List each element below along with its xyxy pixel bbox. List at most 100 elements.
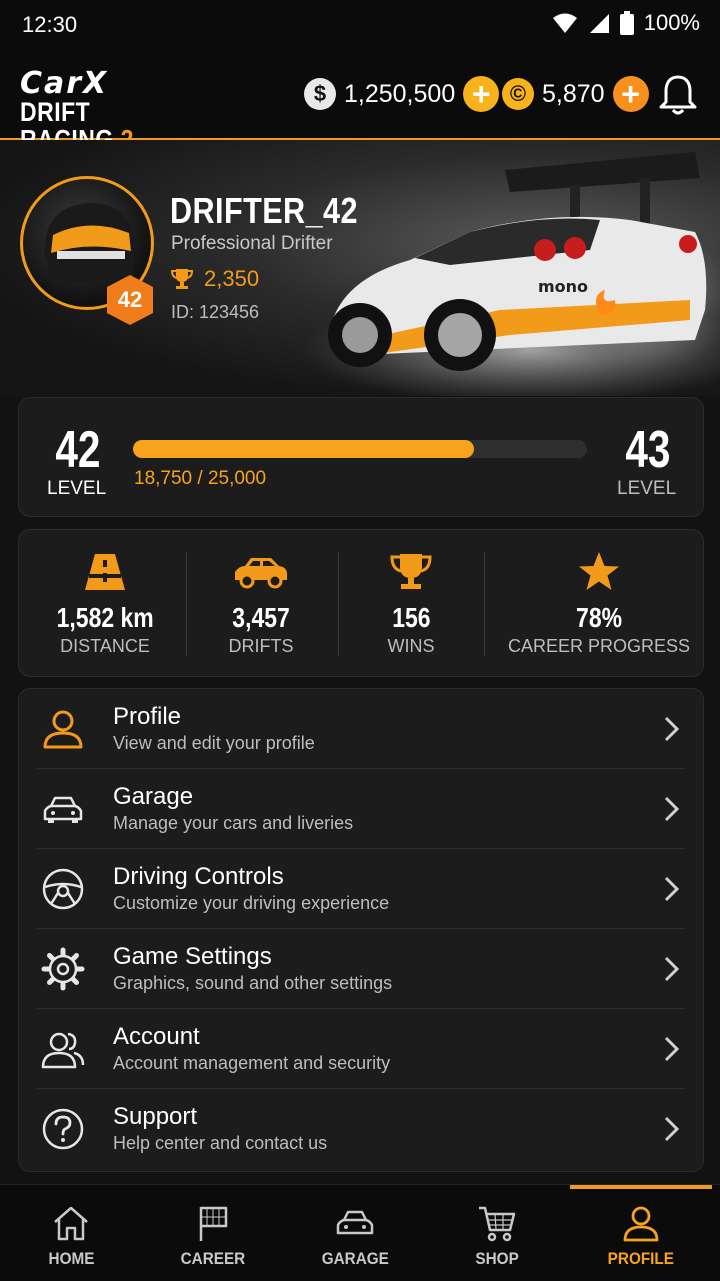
chevron-right-icon bbox=[664, 956, 680, 982]
stat-drifts-value: 3,457 bbox=[232, 602, 290, 633]
stat-wins: 156 WINS bbox=[341, 530, 481, 676]
logo-carx: CarX bbox=[20, 66, 109, 101]
player-id: ID: 123456 bbox=[171, 302, 260, 322]
level-badge-label: 42 bbox=[117, 287, 143, 312]
gold-display: © 5,870 + bbox=[502, 76, 649, 112]
nav-label: PROFILE bbox=[607, 1249, 675, 1268]
menu-item-garage[interactable]: Garage Manage your cars and liveries bbox=[19, 769, 703, 849]
menu-item-title: Garage bbox=[113, 783, 194, 810]
nav-label: CAREER bbox=[180, 1249, 246, 1268]
stat-divider bbox=[338, 552, 339, 656]
stat-wins-value: 156 bbox=[391, 602, 431, 633]
battery-percent: 100% bbox=[643, 10, 700, 35]
stats-panel: 1,582 km DISTANCE 3,457 DRIFTS 156 WINS … bbox=[18, 529, 704, 677]
menu-item-title: Driving Controls bbox=[113, 863, 284, 890]
level-panel: 42 LEVEL 18,750 / 25,000 43 LEVEL bbox=[18, 397, 704, 517]
steering-wheel-icon bbox=[42, 868, 84, 910]
menu-item-title: Support bbox=[113, 1103, 198, 1130]
next-level-label: LEVEL bbox=[617, 478, 677, 499]
chevron-right-icon bbox=[664, 1036, 680, 1062]
menu-item-title: Account bbox=[113, 1023, 200, 1050]
player-name: DRIFTER_42 bbox=[170, 190, 358, 231]
nav-profile[interactable]: PROFILE bbox=[570, 1185, 712, 1281]
menu-item-profile[interactable]: Profile View and edit your profile bbox=[19, 689, 703, 769]
add-gold-button[interactable]: + bbox=[612, 76, 649, 112]
menu-item-title: Profile bbox=[113, 703, 182, 730]
stat-drifts-label: DRIFTS bbox=[228, 636, 294, 656]
bottom-nav: HOME CAREER GARAGE SHOP PROFILE bbox=[0, 1184, 720, 1281]
status-bar: 12:30 100% bbox=[0, 0, 720, 52]
xp-progress-fill bbox=[133, 440, 474, 458]
player-title: Professional Drifter bbox=[171, 233, 333, 254]
trophy-value: 2,350 bbox=[204, 266, 260, 291]
cash-display: $ 1,250,500 + bbox=[304, 76, 500, 112]
menu-item-driving-controls[interactable]: Driving Controls Customize your driving … bbox=[19, 849, 703, 929]
user-icon bbox=[43, 710, 83, 749]
star-icon bbox=[579, 552, 619, 590]
nav-label: GARAGE bbox=[321, 1249, 389, 1268]
game-logo[interactable]: CarX DRIFT RACING 2 bbox=[20, 66, 170, 154]
users-icon bbox=[41, 1032, 85, 1069]
stat-career-progress: 78% CAREER PROGRESS bbox=[499, 530, 699, 676]
xp-text: 18,750 / 25,000 bbox=[134, 468, 267, 489]
stat-distance-value: 1,582 km bbox=[56, 602, 154, 633]
bell-icon[interactable] bbox=[658, 74, 698, 116]
signal-icon bbox=[589, 14, 609, 33]
chevron-right-icon bbox=[664, 716, 680, 742]
nav-label: HOME bbox=[48, 1249, 94, 1268]
dollar-icon: $ bbox=[304, 78, 336, 110]
car-outline-icon bbox=[336, 1210, 374, 1235]
car-brand-text: mono bbox=[538, 277, 588, 296]
profile-hero: mono 42 DRIFTER_42 Professional Drifter … bbox=[0, 140, 720, 396]
menu-item-subtitle: Manage your cars and liveries bbox=[113, 813, 354, 833]
flag-icon bbox=[199, 1206, 228, 1241]
help-icon bbox=[42, 1108, 84, 1150]
gold-amount: 5,870 bbox=[542, 79, 605, 108]
stat-career-label: CAREER PROGRESS bbox=[507, 636, 691, 656]
user-icon bbox=[623, 1206, 659, 1242]
trophy-count: 2,350 bbox=[170, 266, 259, 292]
nav-garage[interactable]: GARAGE bbox=[284, 1185, 426, 1281]
gear-icon bbox=[41, 947, 85, 991]
chevron-right-icon bbox=[664, 796, 680, 822]
menu-item-account[interactable]: Account Account management and security bbox=[19, 1009, 703, 1089]
top-bar: CarX DRIFT RACING 2 $ 1,250,500 + © 5,87… bbox=[0, 52, 720, 154]
menu-item-subtitle: Customize your driving experience bbox=[113, 893, 390, 913]
wifi-icon bbox=[552, 13, 577, 33]
home-icon bbox=[54, 1206, 88, 1241]
next-level: 43 bbox=[625, 421, 671, 479]
chevron-right-icon bbox=[664, 1116, 680, 1142]
status-icons: 100% bbox=[552, 10, 700, 36]
menu-item-subtitle: Help center and contact us bbox=[113, 1133, 328, 1153]
stat-career-value: 78% bbox=[576, 602, 622, 633]
menu-item-game-settings[interactable]: Game Settings Graphics, sound and other … bbox=[19, 929, 703, 1009]
current-level-label: LEVEL bbox=[47, 478, 107, 499]
road-icon bbox=[85, 554, 125, 590]
menu-item-subtitle: Graphics, sound and other settings bbox=[113, 973, 393, 993]
stat-divider bbox=[186, 552, 187, 656]
gold-coin-icon: © bbox=[502, 78, 534, 110]
cash-amount: 1,250,500 bbox=[344, 79, 456, 108]
car-image: mono bbox=[300, 152, 720, 396]
nav-shop[interactable]: SHOP bbox=[426, 1185, 568, 1281]
car-icon bbox=[235, 558, 287, 589]
settings-menu: Profile View and edit your profile Garag… bbox=[18, 688, 704, 1172]
menu-item-subtitle: Account management and security bbox=[113, 1053, 391, 1073]
nav-career[interactable]: CAREER bbox=[142, 1185, 284, 1281]
stat-drifts: 3,457 DRIFTS bbox=[191, 530, 331, 676]
menu-item-title: Game Settings bbox=[113, 943, 272, 970]
chevron-right-icon bbox=[664, 876, 680, 902]
trophy-icon bbox=[170, 269, 194, 289]
status-time: 12:30 bbox=[22, 12, 78, 37]
nav-home[interactable]: HOME bbox=[0, 1185, 142, 1281]
stat-distance-label: DISTANCE bbox=[60, 636, 150, 656]
stat-distance: 1,582 km DISTANCE bbox=[35, 530, 175, 676]
menu-item-support[interactable]: Support Help center and contact us bbox=[19, 1089, 703, 1169]
cart-icon bbox=[479, 1206, 516, 1242]
battery-icon bbox=[619, 11, 634, 35]
stat-divider bbox=[484, 552, 485, 656]
current-level: 42 bbox=[55, 421, 101, 479]
menu-item-subtitle: View and edit your profile bbox=[113, 733, 315, 753]
add-cash-button[interactable]: + bbox=[463, 76, 500, 112]
xp-progress-bar bbox=[133, 440, 587, 458]
